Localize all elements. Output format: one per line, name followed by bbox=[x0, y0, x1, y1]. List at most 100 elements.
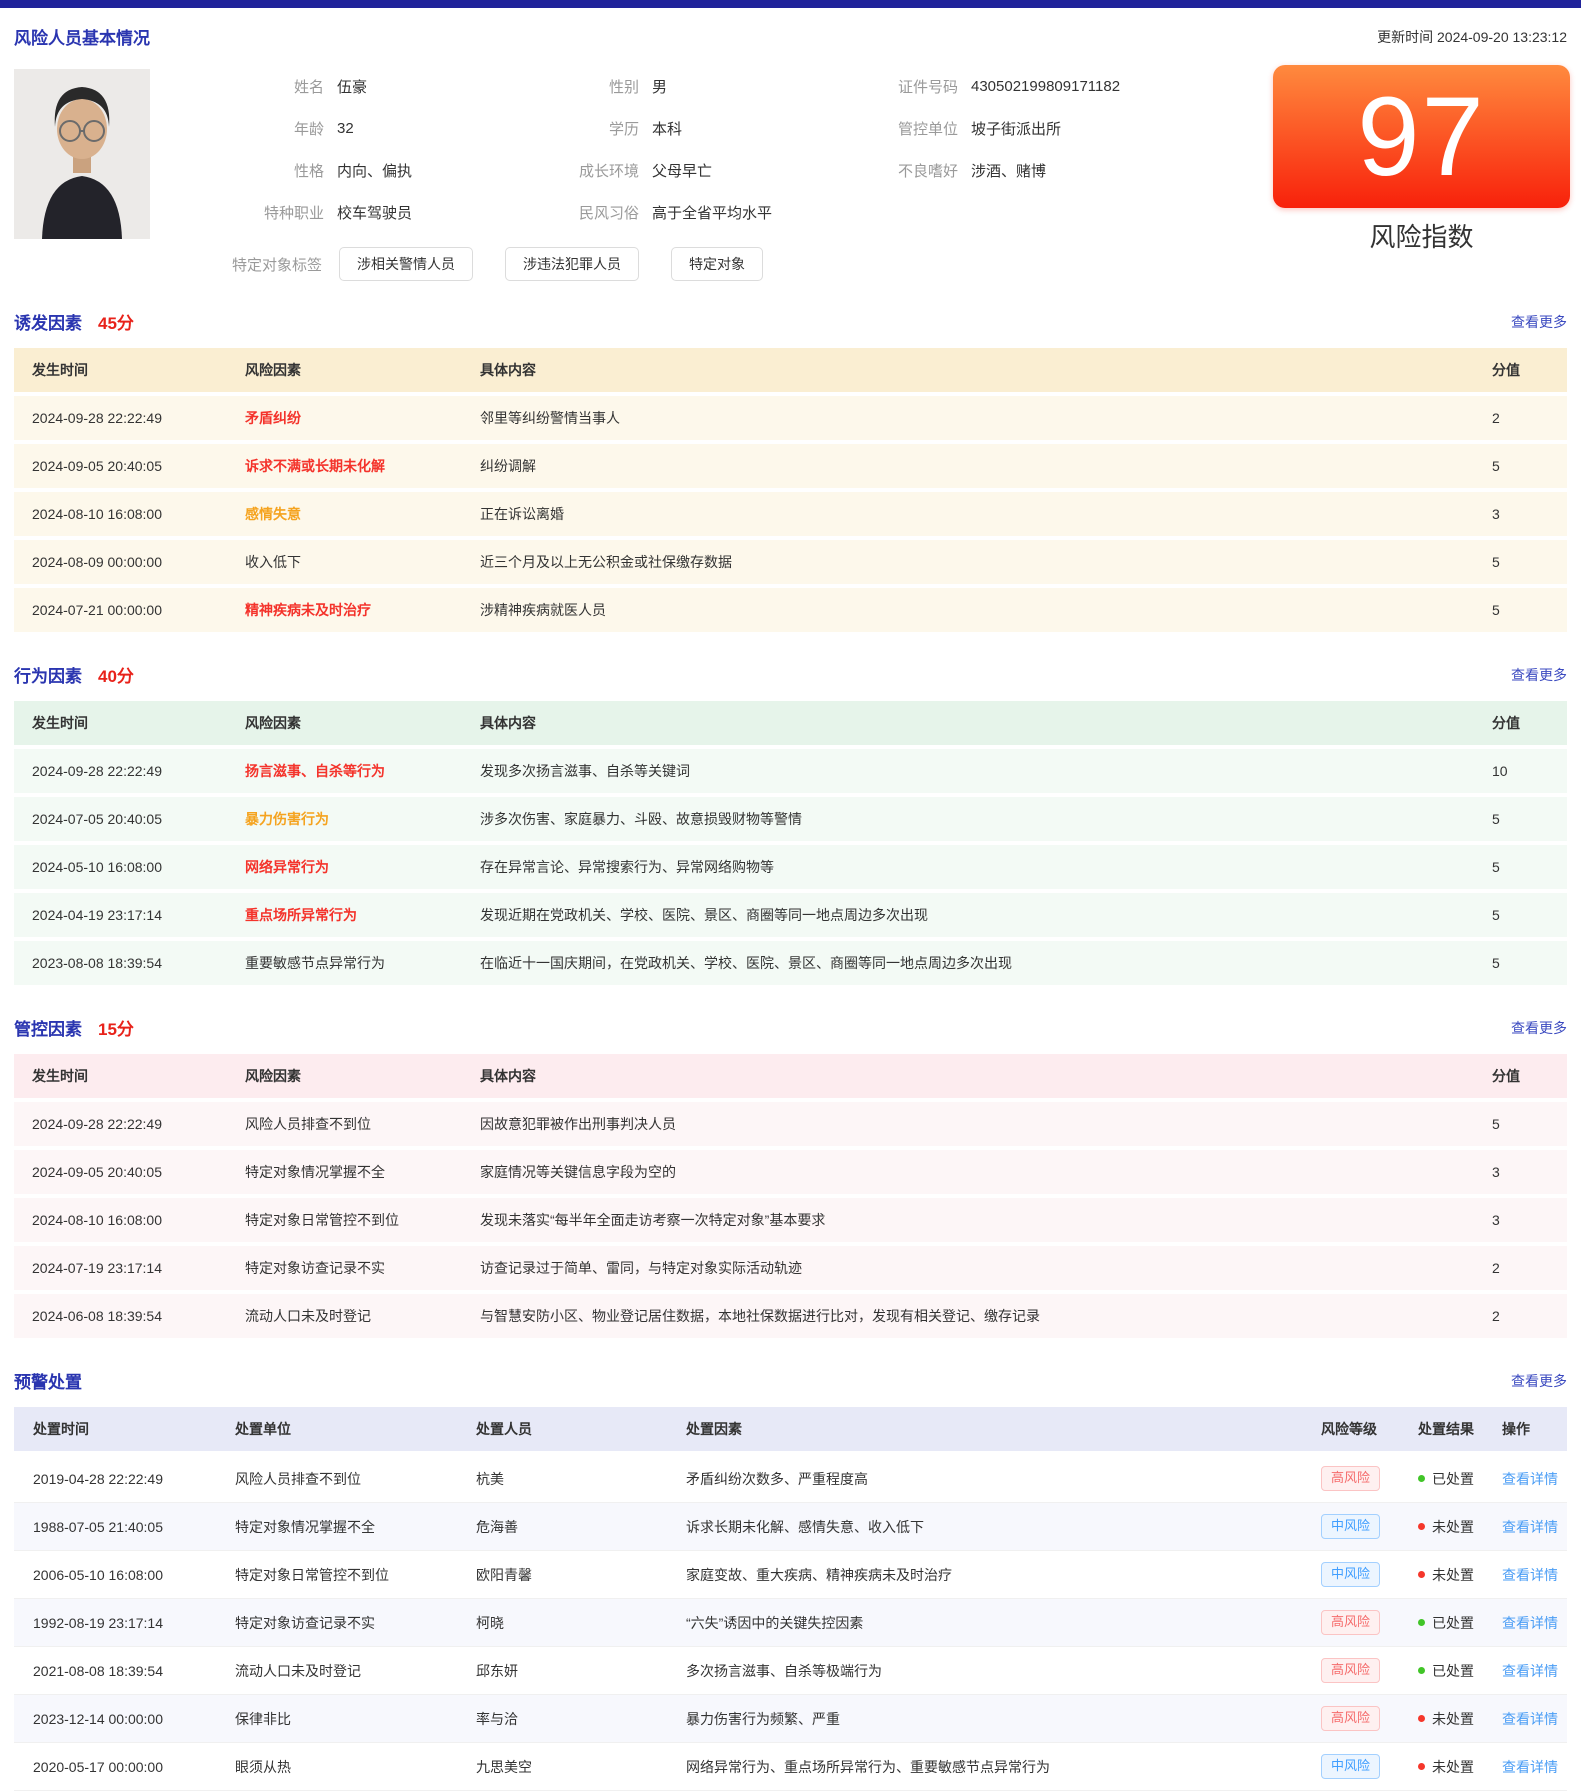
col-header-factor: 风险因素 bbox=[245, 1066, 480, 1086]
row-content: 涉多次伤害、家庭暴力、斗殴、故意损毁财物等警情 bbox=[480, 809, 1492, 829]
view-detail-link[interactable]: 查看详情 bbox=[1502, 1517, 1567, 1537]
view-more-link[interactable]: 查看更多 bbox=[1511, 1018, 1567, 1038]
row-score: 5 bbox=[1492, 907, 1567, 923]
row-factor: 重要敏感节点异常行为 bbox=[245, 953, 480, 973]
col-header-content: 具体内容 bbox=[480, 713, 1492, 733]
row-time: 2024-09-05 20:40:05 bbox=[32, 1164, 245, 1180]
view-more-link[interactable]: 查看更多 bbox=[1511, 665, 1567, 685]
field-label: 年龄 bbox=[164, 118, 324, 139]
row-content: 近三个月及以上无公积金或社保缴存数据 bbox=[480, 552, 1492, 572]
row-factor: 网络异常行为 bbox=[245, 857, 480, 877]
view-more-link[interactable]: 查看更多 bbox=[1511, 312, 1567, 332]
row-person: 欧阳青馨 bbox=[476, 1565, 686, 1585]
page-title: 风险人员基本情况 bbox=[14, 24, 150, 49]
view-more-link[interactable]: 查看更多 bbox=[1511, 1371, 1567, 1391]
section-score: 45分 bbox=[98, 309, 134, 334]
status-badge: 未处置 bbox=[1418, 1565, 1502, 1585]
status-badge: 已处置 bbox=[1418, 1469, 1502, 1489]
col-header-content: 具体内容 bbox=[480, 1066, 1492, 1086]
table-row: 2024-07-05 20:40:05 暴力伤害行为 涉多次伤害、家庭暴力、斗殴… bbox=[14, 797, 1567, 845]
row-time: 2024-09-05 20:40:05 bbox=[32, 458, 245, 474]
table-header-row: 发生时间 风险因素 具体内容 分值 bbox=[14, 348, 1567, 396]
table-row: 2024-04-19 23:17:14 重点场所异常行为 发现近期在党政机关、学… bbox=[14, 893, 1567, 941]
row-factor: 暴力伤害行为频繁、严重 bbox=[686, 1709, 1321, 1729]
row-factor: 风险人员排查不到位 bbox=[245, 1114, 480, 1134]
field-label: 性别 bbox=[494, 76, 639, 97]
row-time: 2024-08-10 16:08:00 bbox=[32, 506, 245, 522]
row-time: 2024-08-09 00:00:00 bbox=[32, 554, 245, 570]
risk-level-cell: 高风险 bbox=[1321, 1658, 1418, 1683]
disposal-row: 1992-08-19 23:17:14 特定对象访查记录不实 柯晓 “六失”诱因… bbox=[14, 1599, 1567, 1647]
view-detail-link[interactable]: 查看详情 bbox=[1502, 1661, 1567, 1681]
row-time: 2024-05-10 16:08:00 bbox=[32, 859, 245, 875]
field-value: 男 bbox=[652, 76, 667, 97]
profile-field: 成长环境 父母早亡 bbox=[494, 149, 804, 191]
table-row: 2023-08-08 18:39:54 重要敏感节点异常行为 在临近十一国庆期间… bbox=[14, 941, 1567, 989]
disposal-row: 2020-05-17 00:00:00 眼须从热 九思美空 网络异常行为、重点场… bbox=[14, 1743, 1567, 1791]
risk-level-cell: 高风险 bbox=[1321, 1466, 1418, 1491]
row-factor: 感情失意 bbox=[245, 504, 480, 524]
section-title-row: 管控因素 15分 查看更多 bbox=[14, 1015, 1567, 1040]
view-detail-link[interactable]: 查看详情 bbox=[1502, 1709, 1567, 1729]
row-content: 与智慧安防小区、物业登记居住数据，本地社保数据进行比对，发现有相关登记、缴存记录 bbox=[480, 1306, 1492, 1326]
view-detail-link[interactable]: 查看详情 bbox=[1502, 1757, 1567, 1777]
row-factor: 诉求不满或长期未化解 bbox=[245, 456, 480, 476]
row-factor: 矛盾纠纷次数多、严重程度高 bbox=[686, 1469, 1321, 1489]
table-row: 2024-08-10 16:08:00 感情失意 正在诉讼离婚 3 bbox=[14, 492, 1567, 540]
special-object-tag: 特定对象 bbox=[671, 247, 763, 281]
row-time: 2024-06-08 18:39:54 bbox=[32, 1308, 245, 1324]
tags-list: 涉相关警情人员 涉违法犯罪人员 特定对象 bbox=[339, 247, 763, 281]
row-score: 3 bbox=[1492, 1212, 1567, 1228]
profile-column-1: 姓名 伍豪 年龄 32 性格 内向、偏执 特种职业 bbox=[164, 65, 494, 233]
table-row: 2024-09-28 22:22:49 扬言滋事、自杀等行为 发现多次扬言滋事、… bbox=[14, 749, 1567, 797]
row-factor: 特定对象日常管控不到位 bbox=[245, 1210, 480, 1230]
field-label: 姓名 bbox=[164, 76, 324, 97]
table-row: 2024-08-09 00:00:00 收入低下 近三个月及以上无公积金或社保缴… bbox=[14, 540, 1567, 588]
profile-field: 学历 本科 bbox=[494, 107, 804, 149]
row-time: 2024-04-19 23:17:14 bbox=[32, 907, 245, 923]
inducing-factors-table: 发生时间 风险因素 具体内容 分值 2024-09-28 22:22:49 矛盾… bbox=[14, 348, 1567, 636]
disposal-row: 2006-05-10 16:08:00 特定对象日常管控不到位 欧阳青馨 家庭变… bbox=[14, 1551, 1567, 1599]
row-content: 存在异常言论、异常搜索行为、异常网络购物等 bbox=[480, 857, 1492, 877]
risk-level-badge: 中风险 bbox=[1321, 1562, 1380, 1587]
table-header-row: 发生时间 风险因素 具体内容 分值 bbox=[14, 1054, 1567, 1102]
row-factor: 家庭变故、重大疾病、精神疾病未及时治疗 bbox=[686, 1565, 1321, 1585]
profile-field: 性格 内向、偏执 bbox=[164, 149, 494, 191]
view-detail-link[interactable]: 查看详情 bbox=[1502, 1469, 1567, 1489]
section-score: 15分 bbox=[98, 1015, 134, 1040]
risk-level-badge: 高风险 bbox=[1321, 1706, 1380, 1731]
table-row: 2024-09-05 20:40:05 特定对象情况掌握不全 家庭情况等关键信息… bbox=[14, 1150, 1567, 1198]
behavior-factors-table: 发生时间 风险因素 具体内容 分值 2024-09-28 22:22:49 扬言… bbox=[14, 701, 1567, 989]
row-content: 涉精神疾病就医人员 bbox=[480, 600, 1492, 620]
update-time-label: 更新时间 bbox=[1377, 29, 1433, 45]
special-object-tag: 涉相关警情人员 bbox=[339, 247, 473, 281]
risk-level-badge: 高风险 bbox=[1321, 1658, 1380, 1683]
special-object-tag: 涉违法犯罪人员 bbox=[505, 247, 639, 281]
section-inducing-factors: 诱发因素 45分 查看更多 发生时间 风险因素 具体内容 分值 2024-09-… bbox=[14, 309, 1567, 636]
table-row: 2024-07-21 00:00:00 精神疾病未及时治疗 涉精神疾病就医人员 … bbox=[14, 588, 1567, 636]
table-row: 2024-06-08 18:39:54 流动人口未及时登记 与智慧安防小区、物业… bbox=[14, 1294, 1567, 1342]
row-score: 5 bbox=[1492, 955, 1567, 971]
profile-field: 特种职业 校车驾驶员 bbox=[164, 191, 494, 233]
section-title-row: 行为因素 40分 查看更多 bbox=[14, 662, 1567, 687]
col-header-content: 具体内容 bbox=[480, 360, 1492, 380]
row-person: 杭美 bbox=[476, 1469, 686, 1489]
profile-photo bbox=[14, 69, 150, 239]
row-score: 10 bbox=[1492, 763, 1567, 779]
row-person: 柯晓 bbox=[476, 1613, 686, 1633]
row-time: 1992-08-19 23:17:14 bbox=[33, 1615, 235, 1631]
risk-level-badge: 高风险 bbox=[1321, 1466, 1380, 1491]
risk-level-cell: 中风险 bbox=[1321, 1514, 1418, 1539]
view-detail-link[interactable]: 查看详情 bbox=[1502, 1565, 1567, 1585]
section-title-row: 预警处置 查看更多 bbox=[14, 1368, 1567, 1393]
section-control-factors: 管控因素 15分 查看更多 发生时间 风险因素 具体内容 分值 2024-09-… bbox=[14, 1015, 1567, 1342]
profile-field: 性别 男 bbox=[494, 65, 804, 107]
row-score: 5 bbox=[1492, 458, 1567, 474]
row-score: 5 bbox=[1492, 554, 1567, 570]
field-label: 成长环境 bbox=[494, 160, 639, 181]
view-detail-link[interactable]: 查看详情 bbox=[1502, 1613, 1567, 1633]
row-content: 正在诉讼离婚 bbox=[480, 504, 1492, 524]
risk-level-cell: 中风险 bbox=[1321, 1754, 1418, 1779]
row-unit: 特定对象情况掌握不全 bbox=[235, 1517, 476, 1537]
risk-level-badge: 中风险 bbox=[1321, 1514, 1380, 1539]
